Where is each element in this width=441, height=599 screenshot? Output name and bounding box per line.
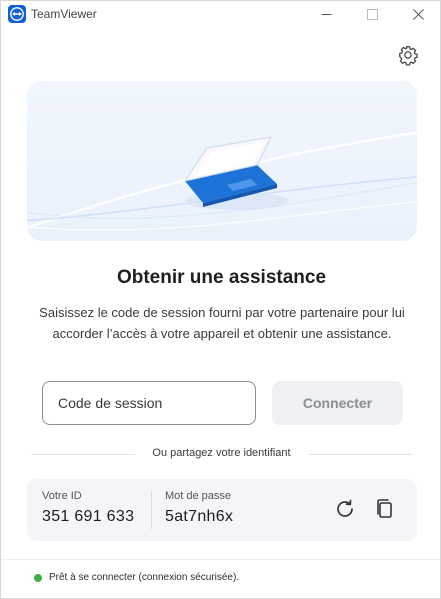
close-button[interactable] (395, 1, 441, 27)
refresh-icon (337, 499, 353, 517)
maximize-icon (366, 8, 378, 20)
teamviewer-window: TeamViewer Obtenir une assistance Saisis… (0, 0, 441, 599)
copy-credentials-button[interactable] (373, 497, 397, 521)
teamviewer-logo-icon (8, 5, 26, 23)
session-code-input[interactable] (42, 381, 256, 425)
laptop-illustration (27, 131, 417, 231)
close-icon (412, 8, 424, 20)
refresh-password-button[interactable] (333, 497, 357, 521)
credentials-separator (151, 491, 152, 529)
settings-button[interactable] (397, 44, 419, 66)
password-label: Mot de passe (165, 490, 232, 502)
connect-button[interactable]: Connecter (272, 381, 403, 425)
gear-icon (399, 46, 418, 66)
id-value[interactable]: 351 691 633 (42, 508, 134, 526)
maximize-button[interactable] (349, 1, 395, 27)
share-id-divider-label: Ou partagez votre identifiant (152, 447, 291, 459)
connection-status-text: Prêt à se connecter (connexion sécurisée… (49, 572, 240, 583)
password-value[interactable]: 5at7nh6x (165, 508, 233, 526)
copy-icon (377, 499, 392, 518)
minimize-button[interactable] (303, 1, 349, 27)
title-bar: TeamViewer (1, 1, 440, 27)
page-title: Obtenir une assistance (116, 267, 327, 288)
status-indicator-icon (34, 574, 42, 582)
minimize-icon (321, 13, 331, 15)
id-label: Votre ID (42, 490, 82, 502)
credentials-card: Votre ID 351 691 633 Mot de passe 5at7nh… (27, 479, 417, 541)
window-title: TeamViewer (31, 7, 97, 21)
page-description: Saisissez le code de session fourni par … (39, 305, 405, 341)
hero-illustration (27, 81, 417, 241)
status-bar-divider (1, 559, 440, 560)
